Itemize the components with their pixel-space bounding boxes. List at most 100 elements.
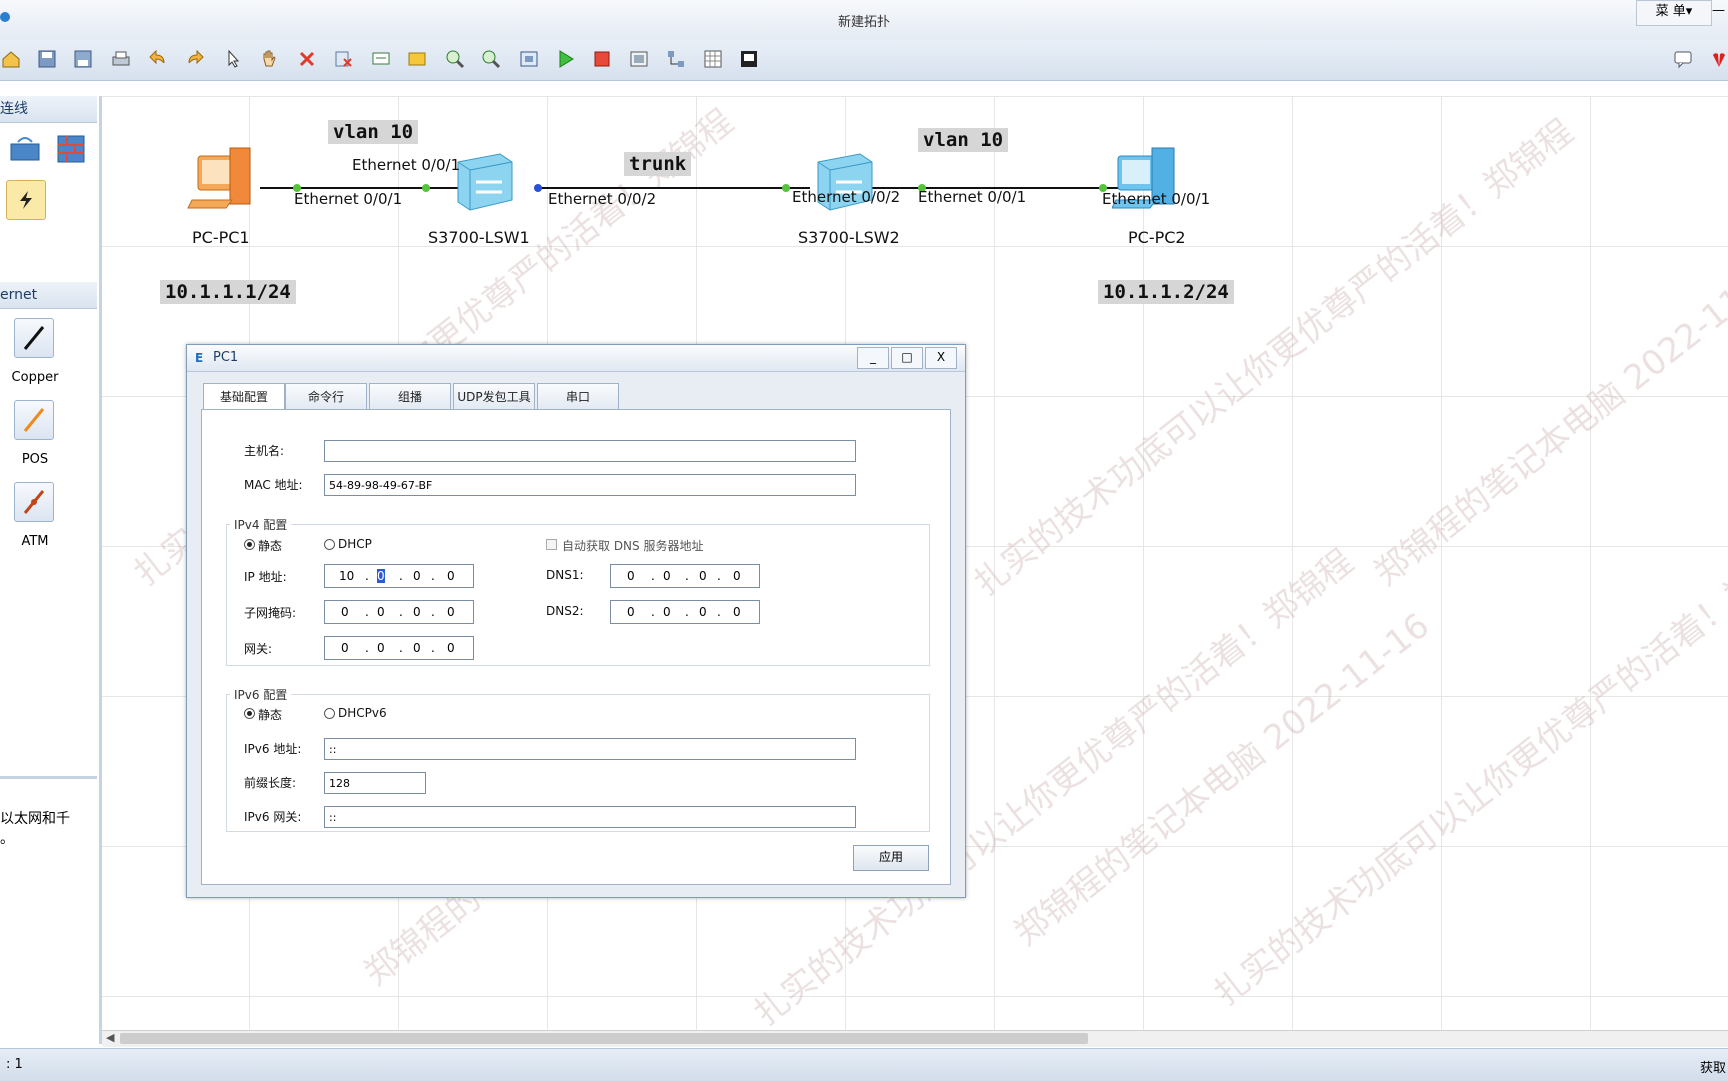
mac-label: MAC 地址: xyxy=(244,478,303,492)
menu-button[interactable]: 菜 单▾ xyxy=(1636,0,1712,26)
topology-icon[interactable] xyxy=(665,48,687,70)
hand-icon[interactable] xyxy=(258,48,280,70)
cable-section-header: 连线 xyxy=(0,96,97,123)
grid-icon[interactable] xyxy=(702,48,724,70)
status-left: : 1 xyxy=(6,1057,23,1072)
subnet-mask-input[interactable]: 0. 0. 0. 0 xyxy=(324,600,474,624)
zoom-in-icon[interactable] xyxy=(444,48,466,70)
window-title: 新建拓扑 xyxy=(837,15,890,30)
ip-tag-pc2[interactable]: 10.1.1.2/24 xyxy=(1098,280,1234,304)
auto-cable-icon[interactable] xyxy=(6,180,46,220)
minimize-button[interactable]: — xyxy=(1712,0,1728,24)
status-bar: : 1 获取 xyxy=(0,1048,1728,1081)
port-dot xyxy=(782,184,790,192)
rectangle-icon[interactable] xyxy=(406,48,428,70)
watermark-text: 扎实的技术功底可以让你更优尊严的活着！郑锦程 xyxy=(1206,521,1728,1014)
auto-dns-checkbox[interactable] xyxy=(546,539,557,550)
static6-radio[interactable] xyxy=(244,708,255,719)
atm-cable-label: ATM xyxy=(21,534,49,549)
trunk-tag[interactable]: trunk xyxy=(624,152,692,176)
delete-link-icon[interactable] xyxy=(332,48,354,70)
pc-icon xyxy=(187,147,251,209)
scrollbar-thumb[interactable] xyxy=(120,1033,1088,1044)
hostname-input[interactable] xyxy=(324,440,856,462)
ip-label: IP 地址: xyxy=(244,570,287,584)
ensp-icon: E xyxy=(195,351,204,365)
tab-multicast[interactable]: 组播 xyxy=(369,383,451,410)
port-label-lsw1-e001: Ethernet 0/0/1 xyxy=(352,156,461,174)
undo-icon[interactable] xyxy=(147,48,169,70)
dialog-title: PC1 xyxy=(213,350,239,365)
vlan-tag-left[interactable]: vlan 10 xyxy=(328,120,419,144)
fit-icon[interactable] xyxy=(518,48,540,70)
vlan-tag-right[interactable]: vlan 10 xyxy=(918,128,1009,152)
tab-command-line[interactable]: 命令行 xyxy=(285,383,367,410)
dns2-input[interactable]: 0. 0. 0. 0 xyxy=(610,600,760,624)
scroll-left-icon[interactable]: ◀ xyxy=(106,1031,114,1044)
ip-tag-pc1[interactable]: 10.1.1.1/24 xyxy=(160,280,296,304)
cable-description: 以太网和千 。 xyxy=(0,776,97,849)
tab-basic-config[interactable]: 基础配置 xyxy=(203,383,285,411)
dialog-maximize-button[interactable]: □ xyxy=(891,347,923,369)
pc1-device[interactable] xyxy=(184,142,260,217)
auto-dns-label: 自动获取 DNS 服务器地址 xyxy=(562,539,704,553)
copper-cable-icon[interactable] xyxy=(14,318,54,358)
ipv6-address-input[interactable]: :: xyxy=(324,738,856,760)
delete-icon[interactable] xyxy=(296,48,318,70)
redo-icon[interactable] xyxy=(184,48,206,70)
screen-icon[interactable] xyxy=(738,48,760,70)
port-dot xyxy=(422,184,430,192)
dialog-close-button[interactable]: X xyxy=(925,347,957,369)
ip-address-input[interactable]: 10. 0. 0. 0 xyxy=(324,564,474,588)
text-icon[interactable] xyxy=(370,48,392,70)
dialog-minimize-button[interactable]: _ xyxy=(857,347,889,369)
static-label: 静态 xyxy=(258,539,283,553)
pointer-icon[interactable] xyxy=(222,48,244,70)
ipv4-group-title: IPv4 配置 xyxy=(230,516,292,533)
prefix-length-label: 前缀长度: xyxy=(244,776,297,790)
horizontal-scrollbar[interactable]: ◀ xyxy=(102,1030,1728,1047)
home-icon[interactable] xyxy=(0,48,22,70)
port-dot xyxy=(534,184,542,192)
static-radio[interactable] xyxy=(244,539,255,550)
lsw2-name: S3700-LSW2 xyxy=(798,228,900,247)
dialog-body: 主机名: MAC 地址: 54-89-98-49-67-BF IPv4 配置 静… xyxy=(201,409,951,885)
dialog-title-bar[interactable]: E PC1 _ □ X xyxy=(187,345,965,372)
status-right[interactable]: 获取 xyxy=(1700,1057,1726,1076)
save-icon[interactable] xyxy=(36,48,58,70)
pos-cable-icon[interactable] xyxy=(14,400,54,440)
ipv6-gateway-input[interactable]: :: xyxy=(324,806,856,828)
title-bar: 新建拓扑 菜 单▾ — xyxy=(0,0,1728,41)
mask-label: 子网掩码: xyxy=(244,606,297,620)
chat-icon[interactable] xyxy=(1672,48,1694,70)
zoom-out-icon[interactable] xyxy=(480,48,502,70)
dns1-input[interactable]: 0. 0. 0. 0 xyxy=(610,564,760,588)
apply-button[interactable]: 应用 xyxy=(853,845,929,871)
pc1-name: PC-PC1 xyxy=(192,228,250,247)
stop-icon[interactable] xyxy=(591,48,613,70)
tab-udp-tool[interactable]: UDP发包工具 xyxy=(453,383,535,410)
save-as-icon[interactable] xyxy=(72,48,94,70)
dhcpv6-radio[interactable] xyxy=(324,708,335,719)
huawei-logo-icon xyxy=(1708,48,1728,70)
port-label-lsw2-e001: Ethernet 0/0/1 xyxy=(918,188,1027,206)
mac-input[interactable]: 54-89-98-49-67-BF xyxy=(324,474,856,496)
gateway-input[interactable]: 0. 0. 0. 0 xyxy=(324,636,474,660)
tab-serial[interactable]: 串口 xyxy=(537,383,619,410)
capture-icon[interactable] xyxy=(628,48,650,70)
firewall-device-icon[interactable] xyxy=(52,130,90,168)
dns2-label: DNS2: xyxy=(546,604,584,618)
atm-cable-icon[interactable] xyxy=(14,482,54,522)
lsw2-device[interactable] xyxy=(808,148,878,217)
print-icon[interactable] xyxy=(110,48,132,70)
port-label-pc1: Ethernet 0/0/1 xyxy=(294,190,403,208)
dhcp-radio[interactable] xyxy=(324,539,335,550)
wireless-device-icon[interactable] xyxy=(6,130,44,168)
gateway-label: 网关: xyxy=(244,642,273,656)
pc1-config-dialog: E PC1 _ □ X 基础配置 命令行 组播 UDP发包工具 串口 主机名: … xyxy=(186,344,966,898)
start-icon[interactable] xyxy=(555,48,577,70)
prefix-length-input[interactable]: 128 xyxy=(324,772,426,794)
toolbar xyxy=(0,40,1728,81)
device-panel: 连线 ernet Copper POS ATM 以太网和千 。 xyxy=(0,96,102,1044)
copper-cable-label: Copper xyxy=(11,370,59,385)
